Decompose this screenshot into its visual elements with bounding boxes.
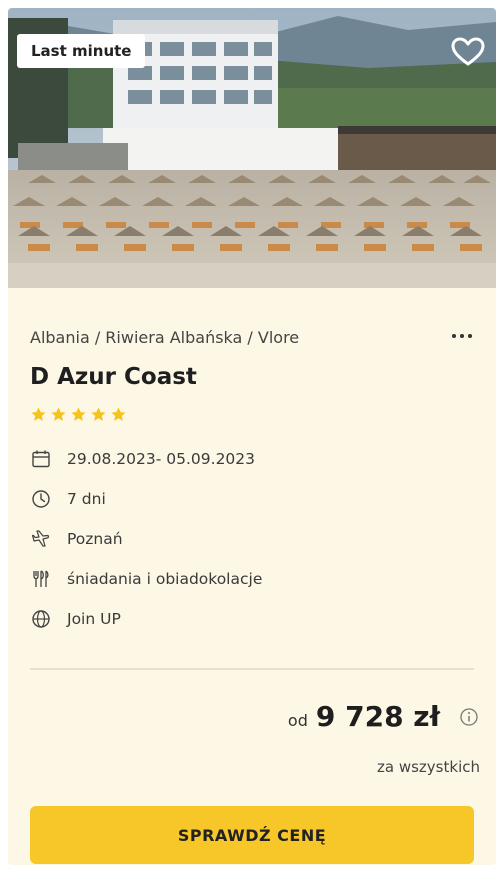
star-icon bbox=[71, 407, 86, 421]
check-price-button[interactable]: SPRAWDŹ CENĘ bbox=[30, 806, 474, 864]
detail-text: 29.08.2023- 05.09.2023 bbox=[67, 450, 256, 468]
heart-icon bbox=[451, 37, 485, 66]
clock-icon bbox=[30, 488, 52, 510]
offer-card[interactable]: Last minute Albania / Riwiera Albańska /… bbox=[8, 8, 496, 865]
star-icon bbox=[111, 407, 126, 421]
detail-board: śniadania i obiadokolacje bbox=[30, 566, 470, 592]
star-icon bbox=[51, 407, 66, 421]
detail-text: 7 dni bbox=[67, 490, 106, 508]
divider bbox=[30, 668, 474, 670]
detail-text: Poznań bbox=[67, 530, 123, 548]
more-dots-icon bbox=[452, 334, 456, 338]
price-info-button[interactable] bbox=[458, 706, 480, 728]
detail-departure: Poznań bbox=[30, 526, 470, 552]
favorite-button[interactable] bbox=[448, 34, 488, 70]
info-icon bbox=[460, 707, 478, 726]
detail-dates: 29.08.2023- 05.09.2023 bbox=[30, 446, 470, 472]
calendar-icon bbox=[30, 448, 52, 470]
star-icon bbox=[31, 407, 46, 421]
cutlery-icon bbox=[30, 568, 52, 590]
detail-operator: Join UP bbox=[30, 606, 470, 632]
price-value: 9 728 zł bbox=[315, 700, 440, 733]
detail-duration: 7 dni bbox=[30, 486, 470, 512]
detail-text: Join UP bbox=[67, 610, 121, 628]
more-menu-button[interactable] bbox=[445, 326, 479, 346]
last-minute-badge: Last minute bbox=[17, 34, 146, 68]
price-row: od 9 728 zł bbox=[288, 700, 480, 733]
detail-text: śniadania i obiadokolacje bbox=[67, 570, 263, 588]
star-icon bbox=[91, 407, 106, 421]
breadcrumb: Albania / Riwiera Albańska / Vlore bbox=[30, 328, 300, 347]
price-prefix: od bbox=[287, 711, 308, 730]
hotel-name: D Azur Coast bbox=[30, 364, 197, 390]
star-rating bbox=[30, 406, 127, 423]
price-note: za wszystkich bbox=[377, 758, 480, 776]
airplane-icon bbox=[30, 528, 52, 550]
globe-icon bbox=[30, 608, 52, 630]
